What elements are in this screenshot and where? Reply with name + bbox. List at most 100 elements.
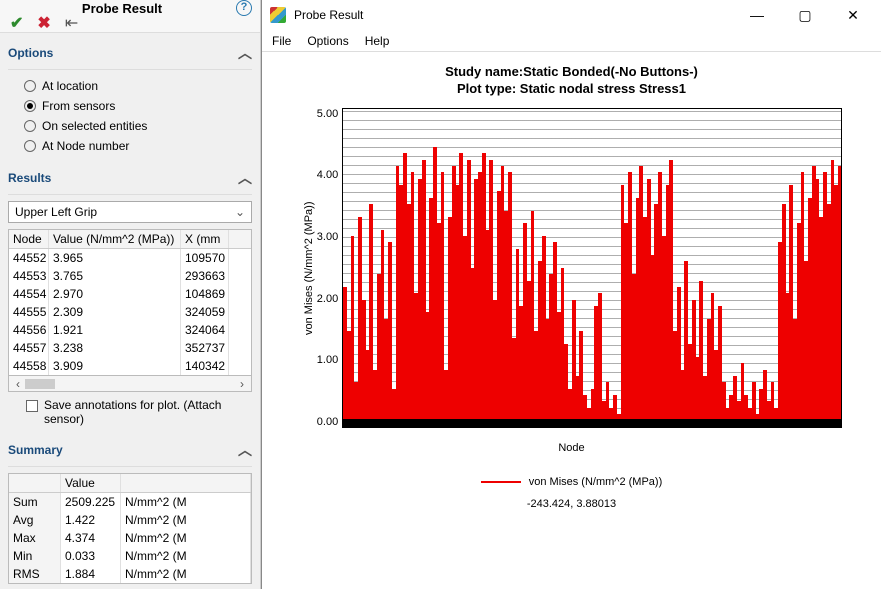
cell-value: 2.970 xyxy=(49,285,181,303)
pin-icon[interactable]: ⇤ xyxy=(65,16,78,32)
y-axis-ticks: 5.004.003.002.001.000.00 xyxy=(317,108,342,428)
results-header[interactable]: Results ︿ xyxy=(8,164,252,195)
y-tick: 1.00 xyxy=(317,354,338,366)
chart-series xyxy=(343,109,841,427)
cell-label: Max xyxy=(9,529,61,547)
minimize-button[interactable]: — xyxy=(737,3,777,27)
y-axis-label: von Mises (N/mm^2 (MPa)) xyxy=(301,108,317,428)
bar xyxy=(838,166,842,427)
table-row[interactable]: 445552.309324059 xyxy=(9,303,251,321)
table-row[interactable]: 445583.909140342 xyxy=(9,357,251,375)
table-row[interactable]: 445523.965109570 xyxy=(9,249,251,267)
cell-x: 324059 xyxy=(181,303,229,321)
titlebar[interactable]: Probe Result — ▢ ✕ xyxy=(262,0,881,30)
cell-label: RMS xyxy=(9,565,61,583)
accept-icon[interactable]: ✔ xyxy=(10,16,23,32)
option-from-sensors[interactable]: From sensors xyxy=(8,96,252,116)
plot-canvas[interactable] xyxy=(342,108,842,428)
cell-x: 104869 xyxy=(181,285,229,303)
y-tick: 0.00 xyxy=(317,416,338,428)
options-header[interactable]: Options ︿ xyxy=(8,39,252,70)
sensor-combo[interactable]: Upper Left Grip ⌄ xyxy=(8,201,252,223)
radio-icon xyxy=(24,100,36,112)
cell-unit: N/mm^2 (M xyxy=(121,529,251,547)
close-button[interactable]: ✕ xyxy=(833,3,873,27)
cell-label: Sum xyxy=(9,493,61,511)
radio-icon xyxy=(24,80,36,92)
legend: von Mises (N/mm^2 (MPa)) xyxy=(481,476,663,488)
cell-unit: N/mm^2 (M xyxy=(121,565,251,583)
chevron-up-icon: ︿ xyxy=(238,43,252,63)
col-x[interactable]: X (mm xyxy=(181,230,229,248)
checkbox-label: Save annotations for plot. (Attach senso… xyxy=(44,398,248,426)
legend-label: von Mises (N/mm^2 (MPa)) xyxy=(529,476,663,488)
cancel-icon[interactable]: ✖ xyxy=(37,16,50,32)
combo-value: Upper Left Grip xyxy=(15,205,97,219)
chart-box: von Mises (N/mm^2 (MPa)) 5.004.003.002.0… xyxy=(301,108,842,428)
scroll-right-icon[interactable]: › xyxy=(235,377,249,391)
results-grid[interactable]: Node Value (N/mm^2 (MPa)) X (mm 445523.9… xyxy=(8,229,252,376)
summary-section: Summary ︿ Value Sum2509.225N/mm^2 (MAvg1… xyxy=(0,430,260,586)
menu-help[interactable]: Help xyxy=(365,34,390,48)
cell-value: 1.422 xyxy=(61,511,121,529)
results-label: Results xyxy=(8,171,51,185)
app-icon xyxy=(270,7,286,23)
chart-title-line1: Study name:Static Bonded(-No Buttons-) xyxy=(445,64,698,81)
cell-value: 3.238 xyxy=(49,339,181,357)
option-on-selected-entities[interactable]: On selected entities xyxy=(8,116,252,136)
y-tick: 2.00 xyxy=(317,293,338,305)
cell-unit: N/mm^2 (M xyxy=(121,547,251,565)
results-section: Results ︿ Upper Left Grip ⌄ Node Value (… xyxy=(0,158,260,430)
cell-node: 44557 xyxy=(9,339,49,357)
option-at-node-number[interactable]: At Node number xyxy=(8,136,252,156)
scroll-left-icon[interactable]: ‹ xyxy=(11,377,25,391)
maximize-button[interactable]: ▢ xyxy=(785,3,825,27)
cursor-readout: -243.424, 3.88013 xyxy=(527,498,616,510)
radio-icon xyxy=(24,120,36,132)
cell-value: 4.374 xyxy=(61,529,121,547)
cell-node: 44558 xyxy=(9,357,49,375)
cell-node: 44556 xyxy=(9,321,49,339)
options-section: Options ︿ At location From sensors On se… xyxy=(0,33,260,158)
table-row: Sum2509.225N/mm^2 (M xyxy=(9,493,251,511)
cell-value: 1.921 xyxy=(49,321,181,339)
option-at-location[interactable]: At location xyxy=(8,76,252,96)
cell-label: Avg xyxy=(9,511,61,529)
save-annotations-checkbox[interactable]: Save annotations for plot. (Attach senso… xyxy=(8,392,252,428)
menu-file[interactable]: File xyxy=(272,34,291,48)
cell-x: 293663 xyxy=(181,267,229,285)
menubar: File Options Help xyxy=(262,30,881,52)
option-label: On selected entities xyxy=(42,119,147,133)
table-row[interactable]: 445573.238352737 xyxy=(9,339,251,357)
cell-unit: N/mm^2 (M xyxy=(121,511,251,529)
cell-value: 0.033 xyxy=(61,547,121,565)
y-tick: 4.00 xyxy=(317,169,338,181)
checkbox-icon xyxy=(26,400,38,412)
radio-icon xyxy=(24,140,36,152)
col-node[interactable]: Node xyxy=(9,230,49,248)
table-row[interactable]: 445561.921324064 xyxy=(9,321,251,339)
y-tick: 5.00 xyxy=(317,108,338,120)
col-blank xyxy=(9,474,61,492)
chart-title-line2: Plot type: Static nodal stress Stress1 xyxy=(445,81,698,98)
help-icon[interactable]: ? xyxy=(236,0,252,16)
col-unit xyxy=(121,474,251,492)
scroll-thumb[interactable] xyxy=(25,379,55,389)
panel-header: Probe Result ? xyxy=(0,0,260,16)
table-row: Max4.374N/mm^2 (M xyxy=(9,529,251,547)
grid-horizontal-scrollbar[interactable]: ‹ › xyxy=(8,376,252,392)
option-label: At Node number xyxy=(42,139,129,153)
table-row[interactable]: 445542.970104869 xyxy=(9,285,251,303)
table-row[interactable]: 445533.765293663 xyxy=(9,267,251,285)
col-value[interactable]: Value (N/mm^2 (MPa)) xyxy=(49,230,181,248)
menu-options[interactable]: Options xyxy=(307,34,348,48)
summary-header[interactable]: Summary ︿ xyxy=(8,436,252,467)
cell-x: 140342 xyxy=(181,357,229,375)
grid-header: Value xyxy=(9,474,251,493)
cell-x: 324064 xyxy=(181,321,229,339)
panel-actions: ✔ ✖ ⇤ xyxy=(0,16,260,33)
cell-value: 3.965 xyxy=(49,249,181,267)
table-row: RMS1.884N/mm^2 (M xyxy=(9,565,251,583)
x-axis xyxy=(343,419,841,427)
legend-swatch xyxy=(481,481,521,483)
